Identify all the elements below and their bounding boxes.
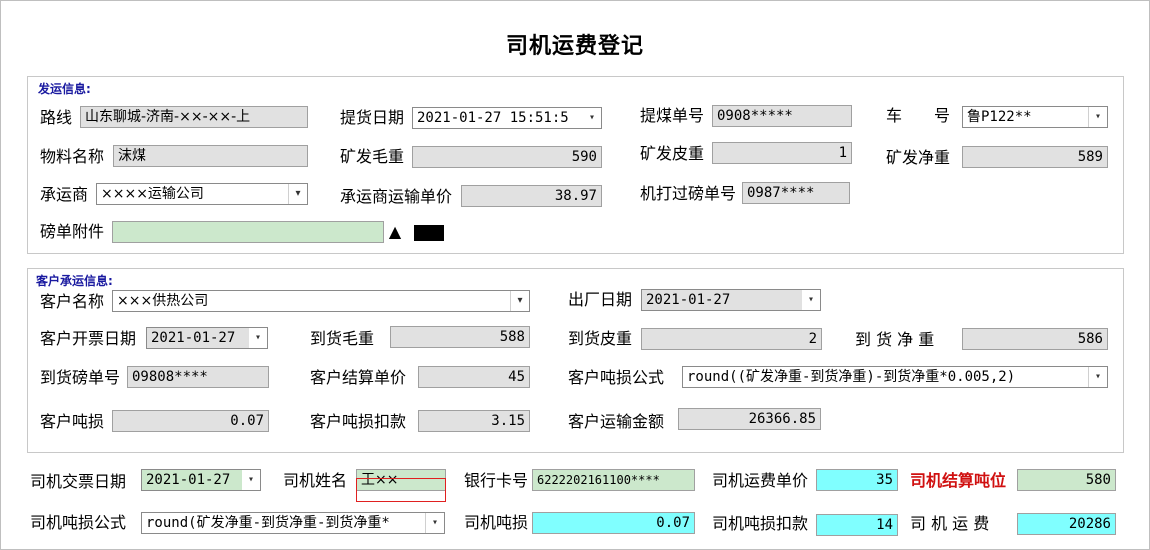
customer-loss-deduct-label: 客户吨损扣款 (310, 412, 407, 431)
attachment-label: 磅单附件 (40, 222, 105, 241)
arrive-gross-field[interactable]: 588 (390, 326, 530, 348)
arrive-tare-field[interactable]: 2 (641, 328, 822, 350)
vehicle-label: 车 号 (886, 106, 951, 125)
attachment-field[interactable] (112, 221, 384, 243)
material-field[interactable]: 沫煤 (113, 145, 308, 167)
carrier-label: 承运商 (40, 185, 89, 204)
factory-date-value: 2021-01-27 (646, 292, 731, 308)
vehicle-value: 鲁P122** (967, 109, 1032, 125)
bank-card-field[interactable]: 6222202161100**** (532, 469, 695, 491)
driver-name-highlight (356, 478, 446, 502)
customer-loss-formula-value: round((矿发净重-到货净重)-到货净重*0.005,2) (687, 369, 1016, 385)
customer-loss-label: 客户吨损 (40, 412, 105, 431)
driver-freight-field[interactable]: 20286 (1017, 513, 1116, 535)
tare-field[interactable]: 1 (712, 142, 852, 164)
coal-bill-label: 提煤单号 (640, 106, 705, 125)
attachment-preview[interactable] (414, 225, 444, 241)
coal-bill-field[interactable]: 0908***** (712, 105, 852, 127)
vehicle-select[interactable]: 鲁P122** ▾ (962, 106, 1108, 128)
driver-loss-deduct-label: 司机吨损扣款 (712, 514, 809, 533)
chevron-down-icon[interactable]: ▾ (288, 184, 307, 204)
chevron-down-icon[interactable]: ▾ (1088, 367, 1107, 387)
upload-triangle-icon[interactable]: ▲ (385, 221, 405, 243)
factory-date-picker[interactable]: 2021-01-27 ▾ (641, 289, 821, 311)
customer-invoice-date-value: 2021-01-27 (151, 330, 236, 346)
arrive-gross-label: 到货毛重 (310, 329, 375, 348)
chevron-down-icon[interactable]: ▾ (242, 470, 260, 490)
driver-invoice-date-value: 2021-01-27 (146, 472, 231, 488)
settle-ton-field[interactable]: 580 (1017, 469, 1116, 491)
customer-name-label: 客户名称 (40, 292, 105, 311)
chevron-down-icon[interactable]: ▾ (1088, 107, 1107, 127)
material-label: 物料名称 (40, 147, 105, 166)
arrive-weigh-label: 到货磅单号 (40, 368, 121, 387)
driver-name-label: 司机姓名 (283, 471, 348, 490)
pickup-date-value: 2021-01-27 15:51:5 (417, 110, 569, 126)
driver-loss-field[interactable]: 0.07 (532, 512, 695, 534)
carrier-price-field[interactable]: 38.97 (461, 185, 602, 207)
route-label: 路线 (40, 108, 73, 127)
gross-label: 矿发毛重 (340, 147, 405, 166)
customer-invoice-date-picker[interactable]: 2021-01-27 ▾ (146, 327, 268, 349)
customer-loss-deduct-field[interactable]: 3.15 (418, 410, 530, 432)
customer-loss-formula-select[interactable]: round((矿发净重-到货净重)-到货净重*0.005,2) ▾ (682, 366, 1108, 388)
tare-label: 矿发皮重 (640, 144, 705, 163)
arrive-tare-label: 到货皮重 (568, 329, 633, 348)
transport-amount-field[interactable]: 26366.85 (678, 408, 821, 430)
carrier-value: ××××运输公司 (101, 186, 204, 202)
settle-ton-label: 司机结算吨位 (910, 471, 1007, 490)
pickup-date-picker[interactable]: 2021-01-27 15:51:5 ▾ (412, 107, 602, 129)
net-field[interactable]: 589 (962, 146, 1108, 168)
customer-name-select[interactable]: ×××供热公司 ▾ (112, 290, 530, 312)
carrier-select[interactable]: ××××运输公司 ▾ (96, 183, 308, 205)
settle-price-field[interactable]: 45 (418, 366, 530, 388)
route-field[interactable]: 山东聊城-济南-××-××-上 (80, 106, 308, 128)
weigh-no-field[interactable]: 0987**** (742, 182, 850, 204)
arrive-net-label: 到 货 净 重 (855, 330, 935, 349)
chevron-down-icon[interactable]: ▾ (249, 328, 267, 348)
carrier-price-label: 承运商运输单价 (340, 187, 453, 206)
driver-loss-formula-value: round(矿发净重-到货净重-到货净重* (146, 515, 390, 531)
driver-invoice-date-label: 司机交票日期 (30, 472, 127, 491)
driver-loss-deduct-field[interactable]: 14 (816, 514, 898, 536)
transport-amount-label: 客户运输金额 (568, 412, 665, 431)
chevron-down-icon[interactable]: ▾ (802, 290, 820, 310)
freight-price-field[interactable]: 35 (816, 469, 898, 491)
driver-freight-label: 司 机 运 费 (910, 514, 990, 533)
customer-loss-formula-label: 客户吨损公式 (568, 368, 665, 387)
gross-field[interactable]: 590 (412, 146, 602, 168)
factory-date-label: 出厂日期 (568, 290, 633, 309)
driver-loss-formula-select[interactable]: round(矿发净重-到货净重-到货净重* ▾ (141, 512, 445, 534)
customer-loss-field[interactable]: 0.07 (112, 410, 269, 432)
driver-loss-label: 司机吨损 (464, 513, 529, 532)
dispatch-group-title: 发运信息: (36, 80, 93, 97)
driver-invoice-date-picker[interactable]: 2021-01-27 ▾ (141, 469, 261, 491)
bank-card-label: 银行卡号 (464, 471, 529, 490)
driver-loss-formula-label: 司机吨损公式 (30, 513, 127, 532)
arrive-weigh-field[interactable]: 09808**** (127, 366, 269, 388)
page-title: 司机运费登记 (505, 34, 644, 59)
chevron-down-icon[interactable]: ▾ (583, 108, 601, 128)
arrive-net-field[interactable]: 586 (962, 328, 1108, 350)
freight-price-label: 司机运费单价 (712, 471, 809, 490)
net-label: 矿发净重 (886, 148, 951, 167)
weigh-no-label: 机打过磅单号 (640, 184, 737, 203)
customer-group-title: 客户承运信息: (34, 272, 115, 289)
settle-price-label: 客户结算单价 (310, 368, 407, 387)
customer-invoice-date-label: 客户开票日期 (40, 329, 137, 348)
customer-name-value: ×××供热公司 (117, 293, 209, 309)
pickup-date-label: 提货日期 (340, 108, 405, 127)
chevron-down-icon[interactable]: ▾ (425, 513, 444, 533)
chevron-down-icon[interactable]: ▾ (510, 291, 529, 311)
